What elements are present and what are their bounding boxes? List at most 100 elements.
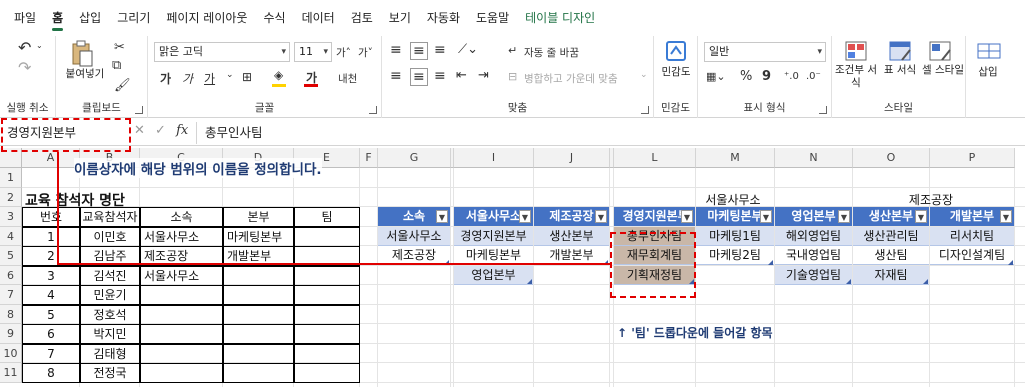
bold-button[interactable]: 가	[160, 70, 171, 87]
attendee-cell[interactable]: 김태형	[80, 343, 140, 364]
attendee-cell[interactable]: 4	[22, 285, 80, 305]
filter-dropdown-icon[interactable]: ▼	[681, 210, 693, 223]
cancel-icon[interactable]: ✕	[134, 123, 145, 138]
tab-automate[interactable]: 자동화	[419, 0, 468, 36]
underline-dropdown-icon[interactable]: ⌄	[226, 70, 234, 80]
row-header-9[interactable]: 9	[0, 324, 22, 344]
increase-decimal-icon[interactable]: ⁺.0	[784, 71, 799, 82]
table-header-production[interactable]: 생산본부 ▼	[853, 207, 929, 226]
merge-dropdown-icon[interactable]: ⌄	[640, 70, 648, 80]
align-bottom-icon[interactable]: ≡	[434, 42, 446, 58]
tab-home[interactable]: 홈	[44, 0, 71, 36]
align-top-icon[interactable]: ≡	[390, 42, 402, 58]
attendee-cell[interactable]: 전정국	[80, 363, 140, 383]
alignment-launcher-icon[interactable]	[641, 106, 649, 114]
grow-font-button[interactable]: 가˄	[336, 45, 351, 60]
sensitivity-icon[interactable]	[664, 39, 688, 63]
filter-dropdown-icon[interactable]: ▼	[760, 210, 772, 223]
attendee-cell[interactable]	[140, 363, 223, 383]
table-header-factory_hq[interactable]: 제조공장 ▼	[534, 207, 609, 226]
filter-dropdown-icon[interactable]: ▼	[595, 210, 607, 223]
filter-dropdown-icon[interactable]: ▼	[436, 210, 448, 223]
attendee-cell[interactable]	[294, 363, 360, 383]
column-header-M[interactable]: M	[696, 148, 775, 168]
conditional-format-button[interactable]: 조건부 서식	[832, 64, 880, 90]
table-resize-handle-icon[interactable]	[1008, 259, 1013, 265]
column-header-F[interactable]: F	[360, 148, 378, 168]
accounting-format-icon[interactable]: ▦⌄	[706, 70, 726, 83]
tab-file[interactable]: 파일	[6, 0, 44, 36]
table-cell[interactable]: 마케팅1팀	[696, 226, 774, 246]
sensitivity-button[interactable]: 민감도	[656, 66, 696, 79]
enter-icon[interactable]: ✓	[155, 123, 166, 138]
format-painter-icon[interactable]: 🖌	[114, 78, 131, 93]
attendee-cell[interactable]: 7	[22, 343, 80, 364]
tab-insert[interactable]: 삽입	[71, 0, 109, 36]
attendee-cell[interactable]	[140, 343, 223, 364]
tab-data[interactable]: 데이터	[294, 0, 343, 36]
attendee-cell[interactable]: 이민호	[80, 226, 140, 247]
attendee-cell[interactable]: 1	[22, 226, 80, 247]
indent-decrease-icon[interactable]: ⇤	[456, 68, 467, 83]
insert-function-icon[interactable]: fx	[176, 123, 188, 138]
attendee-header-cell[interactable]: 교육참석자	[80, 207, 140, 227]
table-cell[interactable]: 서울사무소	[378, 226, 450, 246]
attendee-cell[interactable]	[294, 226, 360, 247]
paste-button[interactable]: 붙여넣기	[60, 68, 110, 81]
tab-table-design[interactable]: 테이블 디자인	[517, 0, 603, 36]
table-resize-handle-icon[interactable]	[527, 279, 532, 284]
row-header-3[interactable]: 3	[0, 207, 22, 227]
attendee-cell[interactable]: 3	[22, 265, 80, 286]
redo-icon[interactable]: ↷	[18, 58, 31, 77]
table-cell[interactable]: 경영지원본부	[454, 226, 533, 246]
attendee-cell[interactable]	[223, 324, 294, 344]
attendee-cell[interactable]: 6	[22, 324, 80, 344]
tab-draw[interactable]: 그리기	[109, 0, 158, 36]
insert-button[interactable]: 삽입	[968, 66, 1008, 79]
attendee-cell[interactable]	[140, 285, 223, 305]
row-header-4[interactable]: 4	[0, 226, 22, 246]
attendee-cell[interactable]: 8	[22, 363, 80, 383]
insert-cells-icon[interactable]	[976, 40, 1002, 62]
row-header-11[interactable]: 11	[0, 363, 22, 383]
number-launcher-icon[interactable]	[819, 106, 827, 114]
column-header-O[interactable]: O	[853, 148, 930, 168]
attendee-header-cell[interactable]: 팀	[294, 207, 360, 227]
column-header-J[interactable]: J	[534, 148, 610, 168]
table-header-affiliation[interactable]: 소속 ▼	[378, 207, 450, 226]
font-launcher-icon[interactable]	[369, 106, 377, 114]
wrap-text-icon[interactable]: ↵	[508, 44, 517, 57]
merge-center-button[interactable]: 병합하고 가운데 맞춤	[524, 71, 618, 86]
tab-formulas[interactable]: 수식	[255, 0, 293, 36]
table-cell[interactable]: 생산관리팀	[853, 226, 929, 246]
comma-button[interactable]: 9	[762, 69, 771, 84]
attendee-header-cell[interactable]: 번호	[22, 207, 80, 227]
attendee-cell[interactable]	[294, 265, 360, 286]
italic-button[interactable]: 가	[182, 70, 193, 87]
table-cell[interactable]: 생산팀	[853, 246, 929, 265]
attendee-cell[interactable]: 서울사무소	[140, 226, 223, 247]
font-name-combo[interactable]: 맑은 고딕 ▾	[154, 42, 290, 62]
table-cell[interactable]: 영업본부	[454, 265, 533, 285]
row-header-8[interactable]: 8	[0, 304, 22, 324]
table-cell[interactable]: 마케팅2팀	[696, 246, 774, 265]
format-as-table-icon[interactable]	[888, 40, 912, 62]
undo-icon[interactable]: ↶	[18, 38, 31, 57]
table-resize-handle-icon[interactable]	[768, 259, 773, 265]
column-header-L[interactable]: L	[614, 148, 696, 168]
row-header-2[interactable]: 2	[0, 187, 22, 207]
border-icon[interactable]: ⊞	[242, 70, 252, 84]
column-header-I[interactable]: I	[454, 148, 534, 168]
attendee-cell[interactable]: 김석진	[80, 265, 140, 286]
filter-dropdown-icon[interactable]: ▼	[519, 210, 531, 223]
align-center-icon[interactable]: ≡	[410, 68, 428, 86]
attendee-cell[interactable]	[223, 265, 294, 286]
attendee-cell[interactable]	[223, 343, 294, 364]
attendee-cell[interactable]	[223, 285, 294, 305]
phonetic-button[interactable]: 내천	[338, 71, 357, 86]
table-header-sales[interactable]: 영업본부 ▼	[775, 207, 852, 226]
attendee-cell[interactable]	[294, 285, 360, 305]
formula-input[interactable]: 총무인사팀	[196, 122, 1016, 144]
cut-icon[interactable]: ✂	[114, 40, 125, 55]
cell-styles-button[interactable]: 셀 스타일	[920, 64, 966, 77]
